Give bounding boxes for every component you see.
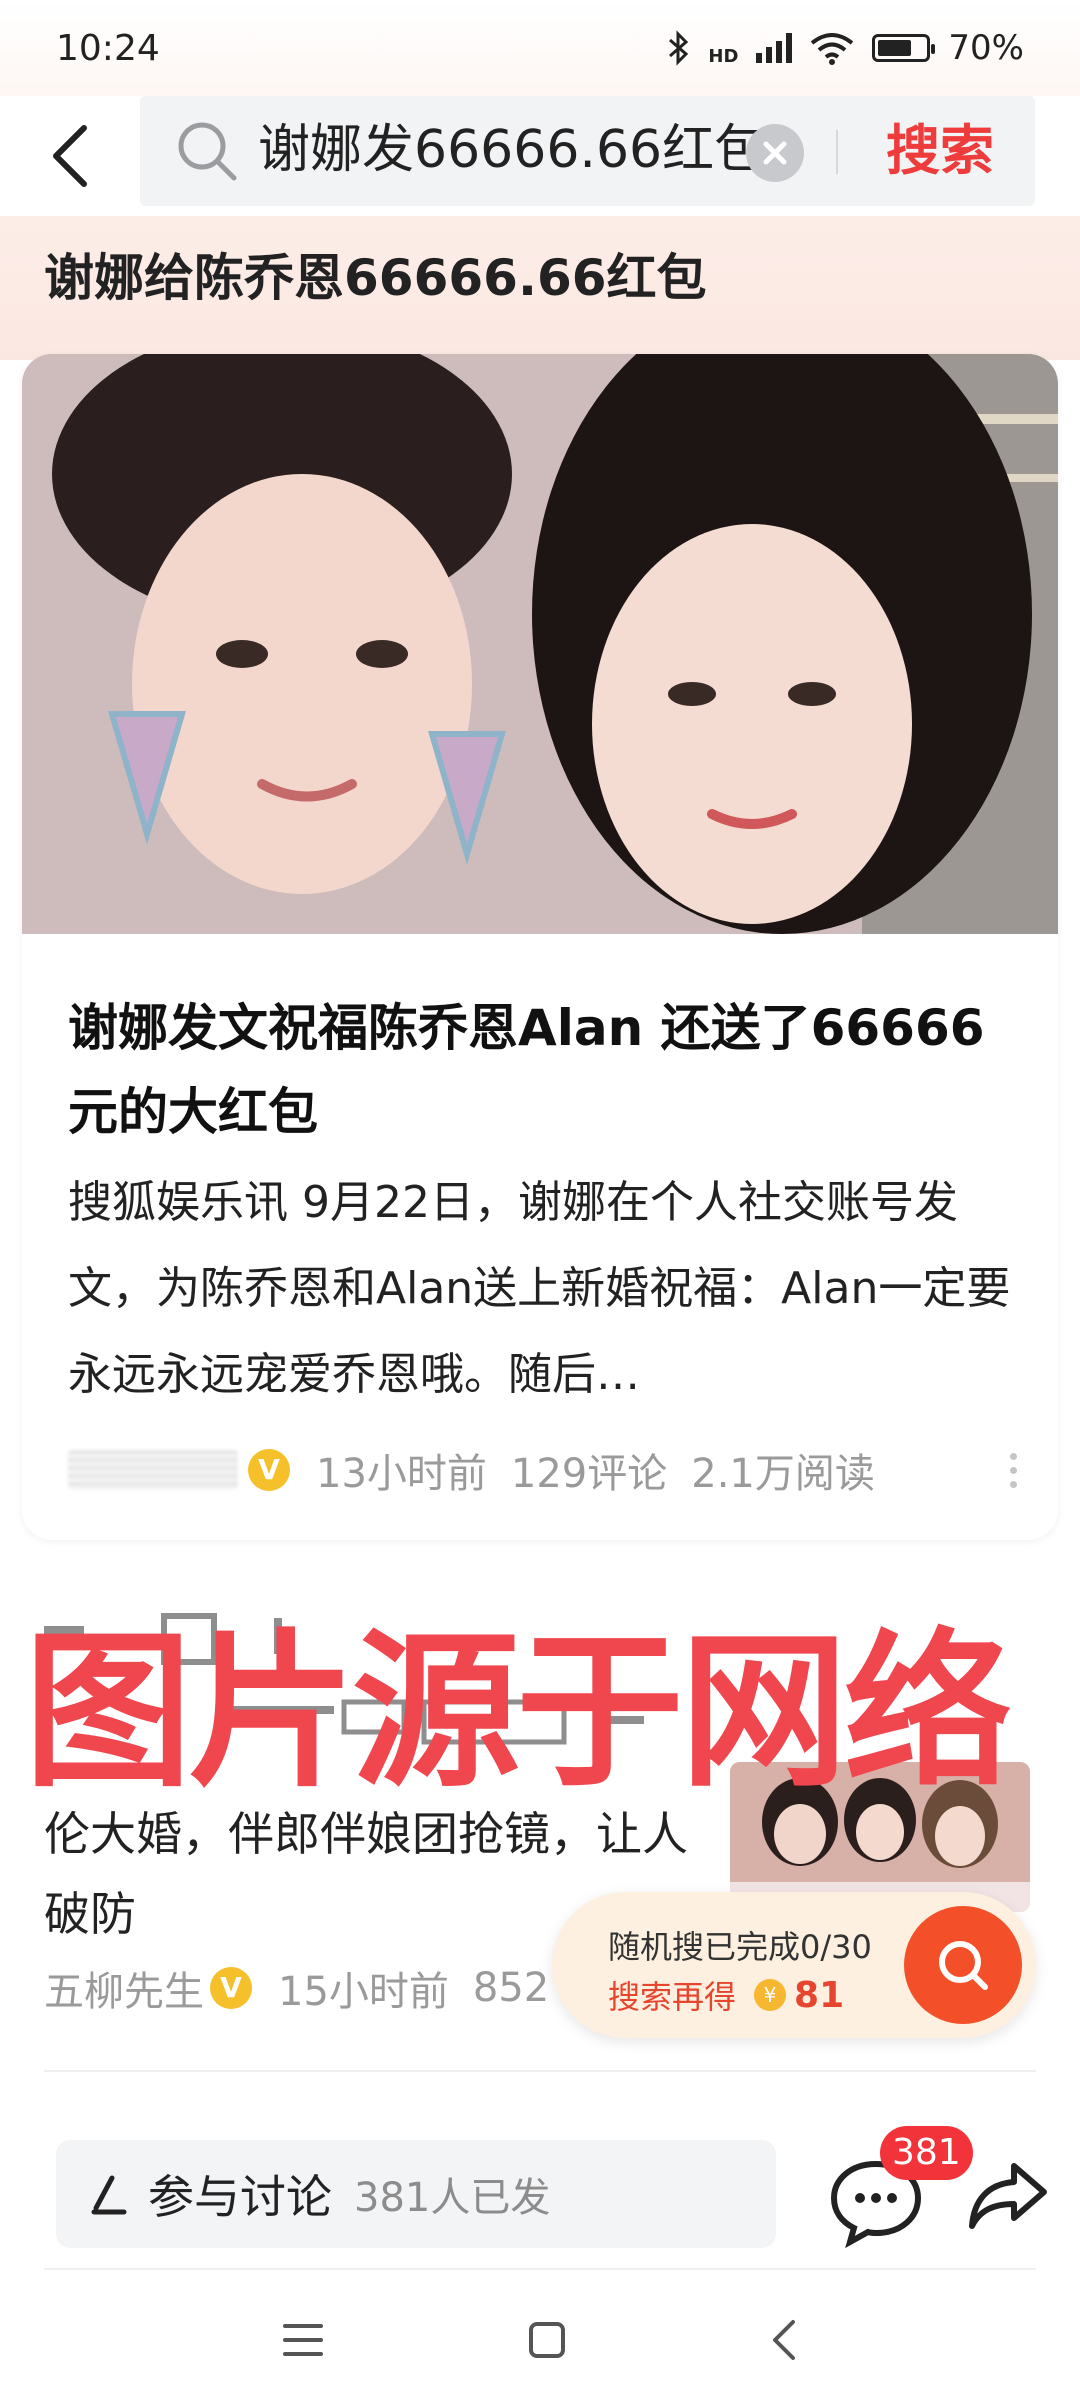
system-back-icon[interactable] [769,2318,799,2362]
back-button[interactable] [30,114,110,198]
task-reward: 搜索再得 ¥ 81 [608,1972,844,2018]
status-time: 10:24 [56,27,160,69]
task-reward-points: 81 [794,1974,845,2016]
system-navigation-bar [0,2280,1080,2400]
share-button[interactable] [966,2152,1050,2236]
news-card-2-meta: 五柳先生 V 15小时前 852 [44,1960,549,2016]
comment-count-badge: 381 [880,2126,973,2180]
battery-icon [872,34,936,62]
bluetooth-icon [669,30,689,66]
news-card-title[interactable]: 谢娜发文祝福陈乔恩Alan 还送了66666元的大红包 [68,986,1018,1154]
news-card-2-author[interactable]: 五柳先生 [44,1959,204,2017]
news-card-time: 13小时前 [316,1451,487,1497]
topic-title[interactable]: 谢娜给陈乔恩66666.66红包 [44,238,707,310]
watermark-overlay: 图片源于网络 [24,1614,1012,1810]
news-card-reads: 2.1万阅读 [691,1451,875,1497]
news-card[interactable]: 谢娜发文祝福陈乔恩Alan 还送了66666元的大红包 搜狐娱乐讯 9月22日，… [22,354,1058,1540]
signal-icon [756,33,793,63]
status-bar: 10:24 HD 70% [0,0,1080,96]
task-reward-label: 搜索再得 [608,1978,737,2016]
content-divider [44,2070,1036,2072]
bottom-action-bar: 参与讨论 381人已发 381 [0,2126,1080,2270]
verified-badge-icon: V [210,1967,252,2009]
news-card-2-time: 15小时前 [278,1969,449,2015]
discussion-count: 381人已发 [354,2175,551,2221]
more-options-icon[interactable] [998,1442,1028,1498]
task-progress-text: 随机搜已完成0/30 [608,1928,872,1966]
news-card-image[interactable] [22,354,1058,934]
battery-percent: 70% [948,28,1024,68]
search-icon [178,122,237,181]
search-divider [836,130,838,174]
search-header: 谢娜发66666.66红包 搜索 [0,96,1080,216]
join-discussion-label: 参与讨论 [148,2170,332,2224]
back-arrow-icon [53,125,87,187]
news-card-comments: 129评论 [510,1451,668,1497]
search-box[interactable]: 谢娜发66666.66红包 搜索 [140,96,1035,206]
battery-level [878,40,911,56]
verified-badge-icon: V [248,1449,290,1491]
bottom-divider [44,2268,1036,2270]
random-search-task-widget[interactable]: 随机搜已完成0/30 搜索再得 ¥ 81 [552,1892,1036,2038]
news-card-summary[interactable]: 搜狐娱乐讯 9月22日，谢娜在个人社交账号发文，为陈乔恩和Alan送上新婚祝福：… [68,1160,1018,1418]
join-discussion-input[interactable]: 参与讨论 381人已发 [56,2140,776,2248]
search-icon [939,1941,988,1990]
task-search-button[interactable] [904,1906,1022,2024]
pen-icon [91,2175,127,2215]
network-type-label: HD [708,46,739,67]
close-icon [763,141,787,165]
wifi-icon [811,33,854,65]
news-card-2-reads: 852 [472,1965,550,2011]
share-icon [969,2163,1047,2229]
coin-icon: ¥ [754,1979,787,2011]
status-icons: HD 70% [666,28,1024,68]
menu-icon[interactable] [281,2320,325,2360]
clear-search-button[interactable] [746,124,804,182]
search-button[interactable]: 搜索 [860,116,1020,186]
home-icon[interactable] [527,2320,567,2360]
news-card-meta: V 13小时前 129评论 2.1万阅读 [68,1442,1028,1498]
author-name-blurred[interactable] [68,1450,238,1490]
photo-illustration [22,354,1058,934]
